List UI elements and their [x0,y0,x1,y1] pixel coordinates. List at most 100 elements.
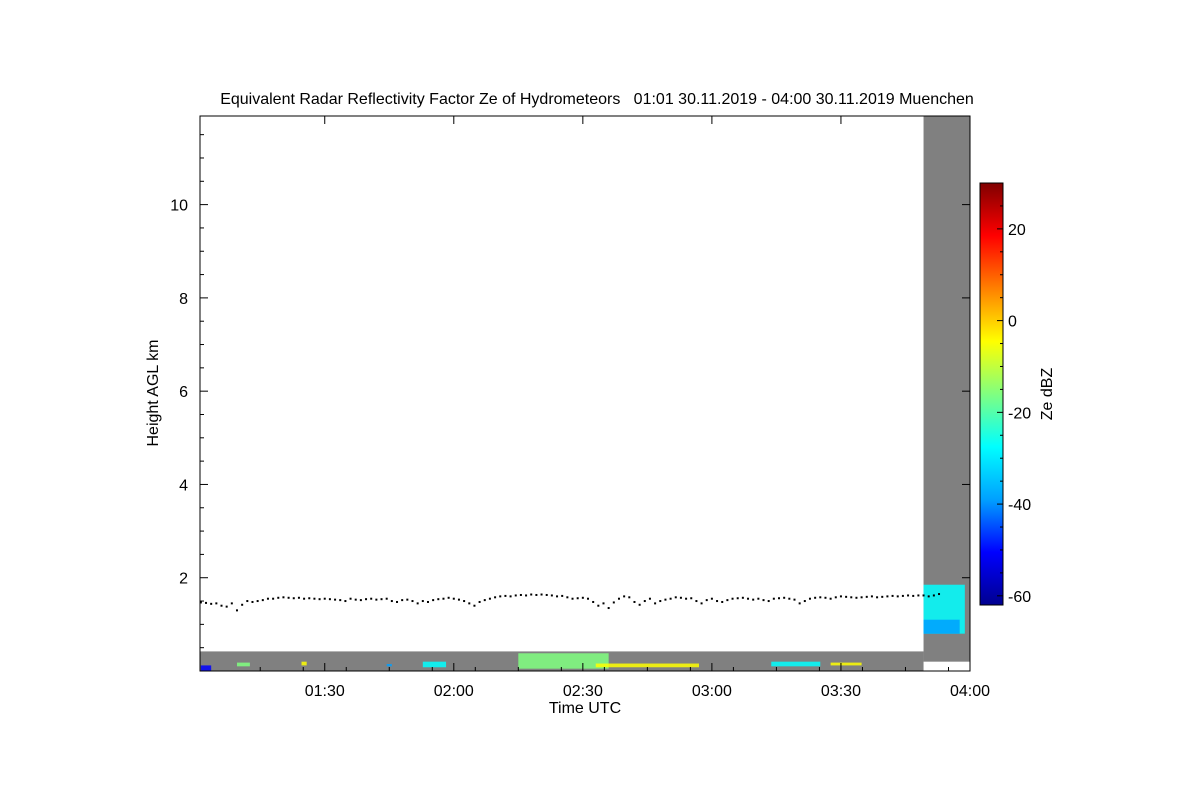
cloud-base-point [525,594,528,597]
cloud-base-point [726,599,729,602]
cloud-base-point [865,595,868,598]
x-axis-label: Time UTC [549,700,621,717]
cloud-base-point [778,597,781,600]
x-tick-label: 02:30 [563,683,603,700]
echo-cell [422,661,447,668]
cloud-base-point [499,595,502,598]
cloud-base-point [277,596,280,599]
cloud-base-point [545,593,548,596]
cloud-base-point [829,597,832,600]
y-axis-label: Height AGL km [145,339,162,446]
cloud-base-point [287,596,290,599]
cloud-base-point [297,596,300,599]
cloud-base-point [798,602,801,605]
cloud-base-point [576,597,579,600]
cloud-base-point [845,595,848,598]
echo-cell [386,664,392,667]
cloud-base-point [561,594,564,597]
colorbar-tick-label: 0 [1008,314,1017,331]
cloud-base-point [685,597,688,600]
echo-cell [771,661,821,667]
cloud-base-point [716,600,719,603]
cloud-base-point [927,595,930,598]
colorbar-tick-label: -20 [1008,405,1031,422]
echo-cell [236,662,250,667]
cloud-base-point [556,595,559,598]
cloud-base-point [519,593,522,596]
cloud-base-point [752,598,755,601]
cloud-base-point [783,596,786,599]
cloud-base-point [282,596,285,599]
y-tick-label: 8 [179,291,188,308]
cloud-base-point [731,597,734,600]
cloud-base-point [292,597,295,600]
no-data-region [923,116,970,662]
cloud-base-point [654,602,657,605]
cloud-base-point [850,596,853,599]
x-tick-label: 03:00 [692,683,732,700]
cloud-base-point [494,596,497,599]
cloud-base-point [767,600,770,603]
x-tick-label: 04:00 [950,683,990,700]
cloud-base-point [597,604,600,607]
cloud-base-point [896,595,899,598]
cloud-base-point [303,597,306,600]
cloud-base-point [643,600,646,603]
cloud-base-point [860,596,863,599]
cloud-base-point [788,597,791,600]
cloud-base-point [483,599,486,602]
cloud-base-point [447,596,450,599]
cloud-base-point [824,596,827,599]
cloud-base-point [700,602,703,605]
colorbar-tick-label: -60 [1008,589,1031,606]
cloud-base-point [664,598,667,601]
cloud-base-point [870,595,873,598]
echo-cell [518,653,609,669]
cloud-base-point [540,593,543,596]
cloud-base-point [819,596,822,599]
cloud-base-point [463,600,466,603]
x-tick-label: 02:00 [434,683,474,700]
plot-area [199,116,970,671]
echo-cell [595,663,699,668]
echo-cell [301,661,307,666]
cloud-base-point [473,604,476,607]
cloud-base-point [705,599,708,602]
cloud-base-point [318,598,321,601]
cloud-base-point [932,594,935,597]
cloud-base-point [602,602,605,605]
echo-cell [830,662,862,666]
cloud-base-point [468,602,471,605]
cloud-base-point [256,600,259,603]
cloud-base-point [772,597,775,600]
cloud-base-point [339,599,342,602]
cloud-base-point [349,597,352,600]
cloud-base-point [432,599,435,602]
cloud-base-point [922,594,925,597]
cloud-base-point [721,600,724,603]
cloud-base-point [607,607,610,610]
cloud-base-point [855,596,858,599]
cloud-base-point [308,597,311,600]
cloud-base-point [261,599,264,602]
cloud-base-point [659,600,662,603]
cloud-base-point [210,602,213,605]
cloud-base-point [803,600,806,603]
echo-cell [923,619,960,634]
cloud-base-point [938,593,941,596]
cloud-base-point [514,594,517,597]
cloud-base-point [917,594,920,597]
cloud-base-point [912,594,915,597]
cloud-base-point [437,598,440,601]
cloud-base-point [354,598,357,601]
cloud-base-point [205,601,208,604]
cloud-base-point [669,597,672,600]
plot-frame [199,115,971,672]
cloud-base-point [793,598,796,601]
cloud-base-point [550,594,553,597]
cloud-base-point [370,597,373,600]
cloud-base-point [334,598,337,601]
cloud-base-point [390,600,393,603]
chart-title: Equivalent Radar Reflectivity Factor Ze … [220,91,974,108]
colorbar-tick-label: -40 [1008,497,1031,514]
